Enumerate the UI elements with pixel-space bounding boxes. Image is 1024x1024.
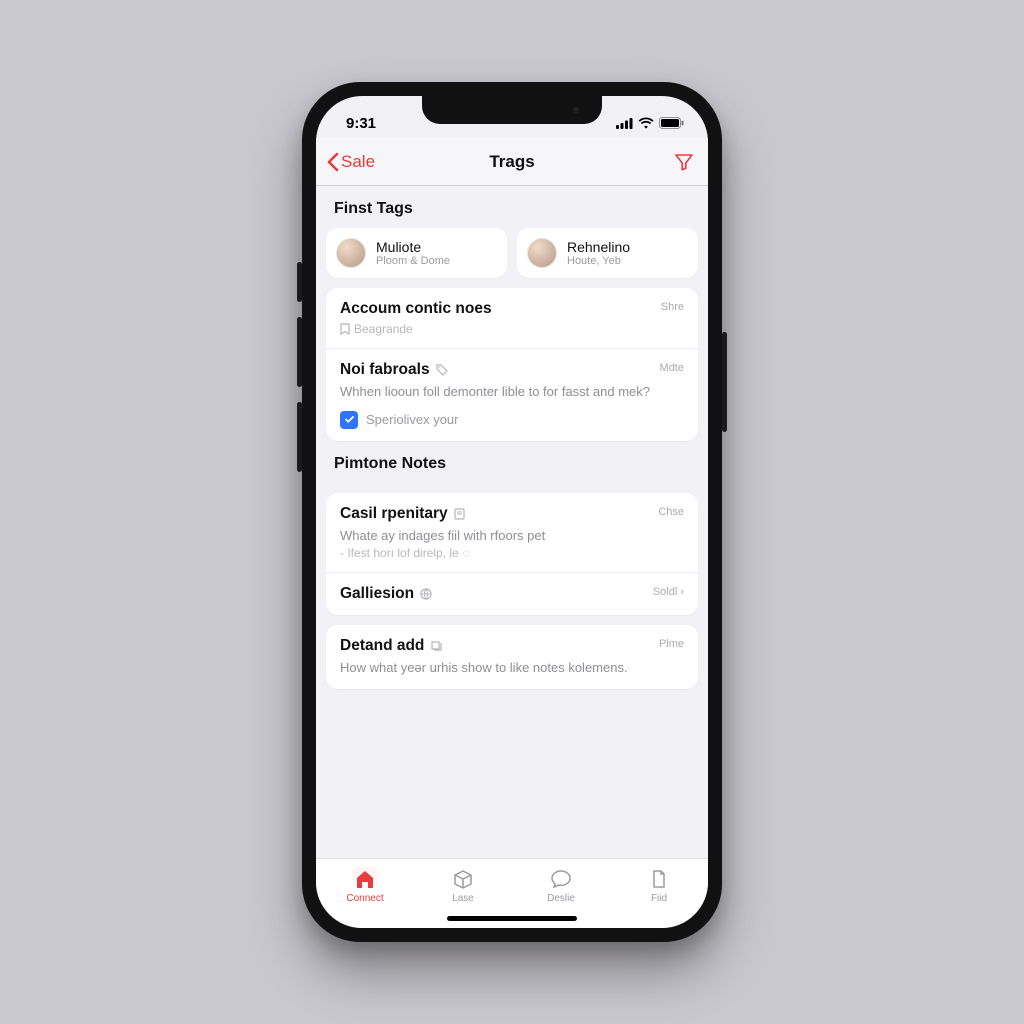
- home-indicator[interactable]: [447, 916, 577, 921]
- galliesion-title: Galliesion: [340, 585, 684, 603]
- box-icon: [450, 867, 476, 891]
- bookmark-icon: [340, 323, 350, 335]
- content-area[interactable]: Finst Tags Muliote Ploom & Dome Rehnelin…: [316, 186, 708, 858]
- chat-icon: [548, 867, 574, 891]
- wifi-icon: [638, 117, 654, 129]
- detand-title: Detand add: [340, 637, 684, 655]
- avatar: [336, 238, 366, 268]
- cell-title-text: Casil rpenitary: [340, 505, 448, 523]
- tab-connect[interactable]: Connect: [335, 867, 395, 904]
- status-indicators: [616, 117, 684, 129]
- power-button: [722, 332, 727, 432]
- noi-fabroals-cell[interactable]: Noi fabroals Mdte Whhen liooun foll demo…: [326, 348, 698, 441]
- noi-fabroals-body: Whhen liooun foll demonter lible to for …: [340, 383, 684, 401]
- back-button[interactable]: Sale: [326, 152, 375, 172]
- battery-icon: [659, 117, 684, 129]
- dot-icon: ◌: [463, 546, 470, 560]
- chevron-left-icon: [326, 152, 339, 172]
- soldl-action[interactable]: Soldl ›: [653, 586, 684, 598]
- tag-card-muliote[interactable]: Muliote Ploom & Dome: [326, 228, 507, 278]
- volume-down-button: [297, 402, 302, 472]
- pimtone-header: Pimtone Notes: [326, 441, 698, 483]
- back-label: Sale: [341, 152, 375, 172]
- chse-action[interactable]: Chse: [658, 506, 684, 518]
- tag-icon: [436, 364, 448, 376]
- tag-card-rehnelino[interactable]: Rehnelino Houte, Yeb: [517, 228, 698, 278]
- pimtone-card-1: Casil rpenitary Chse Whate ay indages fi…: [326, 493, 698, 616]
- home-icon: [352, 867, 378, 891]
- sperioliver-label: Speriolivex your: [366, 412, 459, 427]
- tag-subtitle: Ploom & Dome: [376, 255, 450, 268]
- stack-icon: [430, 640, 442, 652]
- tag-title: Muliote: [376, 239, 450, 255]
- cell-signal-icon: [616, 118, 633, 129]
- phone-frame: 9:31 Sale Trags: [302, 82, 722, 942]
- beagrande-row: Beagrande: [340, 322, 684, 336]
- account-header-cell[interactable]: Accoum contic noes Shre Beagrande: [326, 288, 698, 348]
- detand-body: How what yeәr urhis show to like notes k…: [340, 659, 684, 677]
- sperioliver-row[interactable]: Speriolivex your: [340, 411, 684, 429]
- first-tags-header: Finst Tags: [326, 186, 698, 228]
- casil-sub: - Ifest horı lof direlp, le ◌: [340, 546, 684, 560]
- filter-icon: [674, 152, 694, 172]
- camera-dot: [572, 106, 580, 114]
- document-icon: [646, 867, 672, 891]
- nav-bar: Sale Trags: [316, 138, 708, 186]
- beagrande-label: Beagrande: [354, 322, 413, 336]
- casil-title: Casil rpenitary: [340, 505, 684, 523]
- globe-icon: [420, 588, 432, 600]
- cell-title-text: Galliesion: [340, 585, 414, 603]
- casil-cell[interactable]: Casil rpenitary Chse Whate ay indages fi…: [326, 493, 698, 573]
- share-action[interactable]: Shre: [661, 301, 684, 313]
- account-card: Accoum contic noes Shre Beagrande Noi fa…: [326, 288, 698, 441]
- screen: 9:31 Sale Trags: [316, 96, 708, 928]
- casil-body: Whate ay indages fiil with rfoors pet: [340, 527, 684, 545]
- volume-up-button: [297, 317, 302, 387]
- nav-title: Trags: [489, 152, 534, 172]
- notch: [422, 96, 602, 124]
- account-header: Accoum contic noes: [340, 300, 684, 318]
- note-icon: [454, 508, 465, 520]
- casil-sub-text: - Ifest horı lof direlp, le: [340, 546, 459, 560]
- cell-title-text: Noi fabroals: [340, 361, 430, 379]
- checkbox-checked[interactable]: [340, 411, 358, 429]
- nav-filter-button[interactable]: [674, 152, 694, 172]
- tab-label: Deslie: [547, 893, 575, 904]
- tab-lase[interactable]: Lase: [433, 867, 493, 904]
- tab-label: Lase: [452, 893, 474, 904]
- detand-cell[interactable]: Detand add Plme How what yeәr urhis show…: [326, 625, 698, 689]
- avatar: [527, 238, 557, 268]
- plme-action[interactable]: Plme: [659, 638, 684, 650]
- tab-label: Fiid: [651, 893, 667, 904]
- tab-label: Connect: [346, 893, 383, 904]
- tab-deslie[interactable]: Deslie: [531, 867, 591, 904]
- pimtone-card-2: Detand add Plme How what yeәr urhis show…: [326, 625, 698, 689]
- silence-switch: [297, 262, 302, 302]
- tag-title: Rehnelino: [567, 239, 630, 255]
- status-time: 9:31: [346, 115, 376, 132]
- mdte-action[interactable]: Mdte: [660, 362, 684, 374]
- galliesion-cell[interactable]: Galliesion Soldl ›: [326, 572, 698, 615]
- noi-fabroals-title: Noi fabroals: [340, 361, 684, 379]
- tag-subtitle: Houte, Yeb: [567, 255, 630, 268]
- tags-row: Muliote Ploom & Dome Rehnelino Houte, Ye…: [326, 228, 698, 278]
- tab-fiid[interactable]: Fiid: [629, 867, 689, 904]
- cell-title-text: Detand add: [340, 637, 424, 655]
